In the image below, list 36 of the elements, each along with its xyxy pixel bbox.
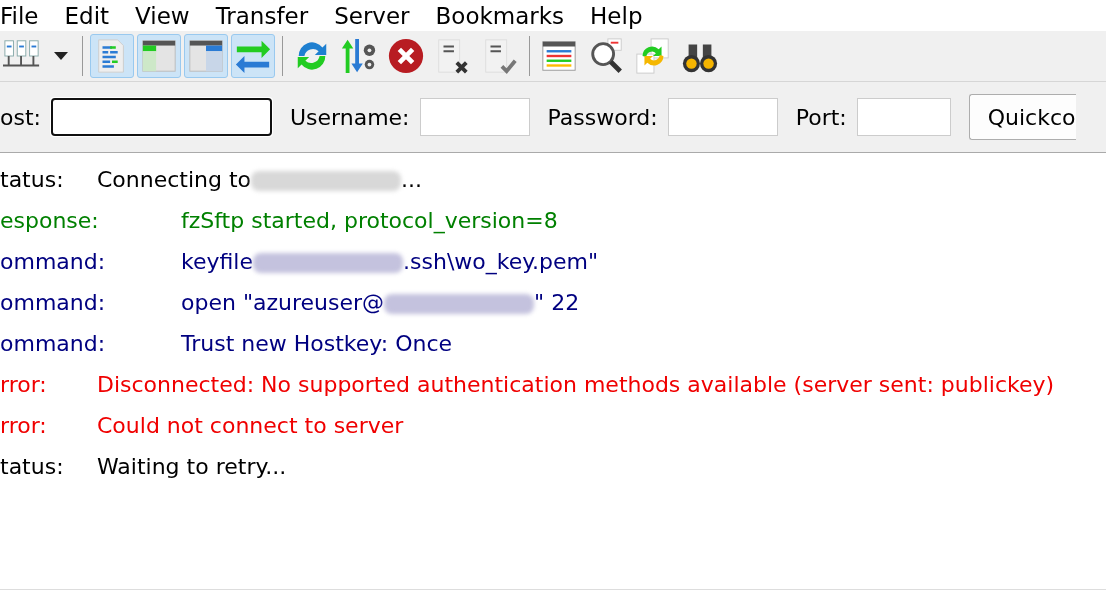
menu-item[interactable]: View xyxy=(135,2,202,29)
sync-icon xyxy=(634,36,672,76)
field-label: ost: xyxy=(0,104,41,130)
field-label: Port: xyxy=(795,104,847,130)
log-type: ommand: xyxy=(0,249,107,274)
log-message: Connecting to ... xyxy=(97,167,423,192)
log-message: Could not connect to server xyxy=(97,413,404,438)
log-type: rror: xyxy=(0,413,48,438)
menu-item[interactable]: Bookmarks xyxy=(435,2,577,29)
menu-item[interactable]: Transfer xyxy=(215,2,321,29)
input-field[interactable] xyxy=(856,98,951,136)
arrows-gears-icon xyxy=(340,36,378,76)
menu-item[interactable]: File xyxy=(0,2,51,29)
menu-item[interactable]: Edit xyxy=(64,2,122,29)
log-message: open "azureuser@ " 22 xyxy=(181,290,580,315)
log-message: Disconnected: No supported authentication methods available (server sent: publickey) xyxy=(97,372,1055,397)
log-type: tatus: xyxy=(0,454,65,479)
cancel-icon xyxy=(387,36,425,76)
log-type: tatus: xyxy=(0,167,65,192)
log-message: Trust new Hostkey: Once xyxy=(181,331,453,356)
input-field[interactable] xyxy=(667,98,778,136)
menu-item[interactable]: Help xyxy=(590,2,655,29)
log-message: fzSftp started, protocol_version=8 xyxy=(181,208,558,233)
log-message: keyfile .ssh\wo_key.pem" xyxy=(181,249,599,274)
field-label: Username: xyxy=(289,104,410,130)
caret-icon xyxy=(54,52,68,60)
quickconnect-button[interactable]: Quickco xyxy=(968,94,1076,140)
input-field[interactable] xyxy=(419,98,530,136)
log-type: ommand: xyxy=(0,331,107,356)
log-type: ommand: xyxy=(0,290,107,315)
field-label: Password: xyxy=(547,104,658,130)
input-field[interactable] xyxy=(50,98,272,136)
menu-item[interactable]: Server xyxy=(334,2,422,29)
log-type: esponse: xyxy=(0,208,100,233)
log-message: Waiting to retry... xyxy=(97,454,287,479)
log-type: rror: xyxy=(0,372,48,397)
